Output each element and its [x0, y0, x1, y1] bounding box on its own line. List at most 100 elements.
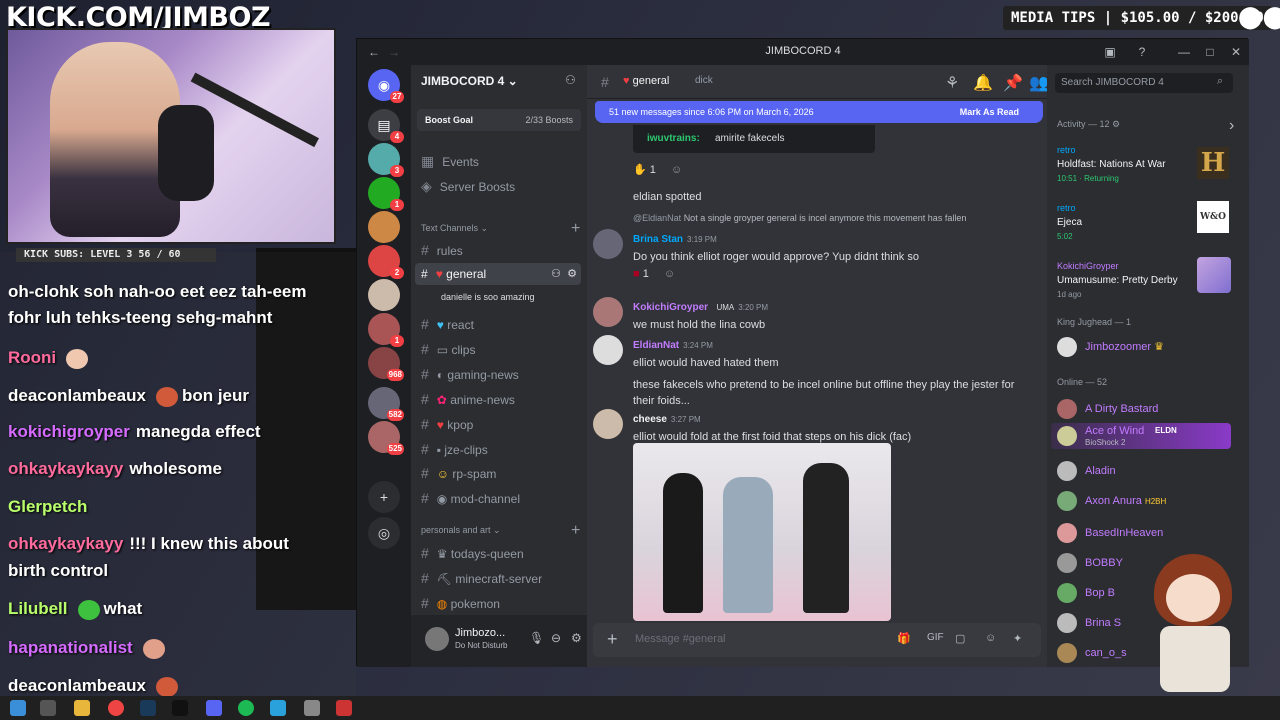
start-icon[interactable] [10, 700, 26, 716]
avatar[interactable] [593, 297, 623, 327]
avatar[interactable] [593, 409, 623, 439]
server-name[interactable]: JIMBOCORD 4 ⌄ [421, 74, 518, 88]
member-item[interactable]: Jimbozoomer ♛ [1057, 337, 1164, 357]
chat-line: hapanationalist [8, 638, 169, 659]
member-item[interactable]: can_o_s [1057, 643, 1127, 663]
discord-icon[interactable] [206, 700, 222, 716]
media-icon: ⬤⬤ [1238, 4, 1280, 29]
help-icon[interactable]: ? [1133, 43, 1151, 61]
telegram-icon[interactable] [270, 700, 286, 716]
avatar[interactable] [593, 229, 623, 259]
server-icon[interactable]: 1 [368, 177, 404, 211]
sticker-icon[interactable]: ▢ [955, 632, 965, 645]
minimize-icon[interactable]: — [1175, 43, 1193, 61]
server-icon[interactable] [368, 279, 400, 311]
channel-general-selected[interactable]: # ♥ general ⚇ ⚙ [415, 263, 581, 285]
chrome-icon[interactable] [108, 700, 124, 716]
channel-react[interactable]: # ♥ react [421, 316, 474, 332]
spotify-icon[interactable] [238, 700, 254, 716]
maximize-icon[interactable]: □ [1201, 43, 1219, 61]
app-icon[interactable] [336, 700, 352, 716]
activity-card[interactable]: retro Ejeca 5:02 [1057, 203, 1082, 241]
member-item[interactable]: Bop B [1057, 583, 1115, 603]
server-icon[interactable]: 1 [368, 313, 404, 347]
member-item-highlight[interactable]: Ace of Wind ELDN BioShock 2 [1051, 423, 1231, 449]
bell-icon[interactable]: 🔔 [973, 73, 993, 93]
reply-preview[interactable]: @EldianNat Not a single groyper general … [633, 213, 966, 223]
server-icon[interactable] [368, 211, 400, 243]
members-icon[interactable]: 👥 [1029, 73, 1049, 93]
channel-gaming-news[interactable]: # ◐ gaming-news [421, 366, 519, 382]
discover-icon[interactable]: ◎ [368, 517, 400, 549]
server-icon[interactable]: 525 [368, 421, 404, 455]
inbox-icon[interactable]: ▣ [1101, 43, 1119, 61]
category-personals[interactable]: personals and art ⌄ [421, 525, 501, 536]
server-boosts-item[interactable]: ◈ Server Boosts [421, 178, 515, 195]
server-icon[interactable]: ▤ 4 [368, 109, 404, 143]
add-member-icon[interactable]: ⚇ [565, 73, 576, 87]
server-icon[interactable]: 968 [368, 347, 404, 381]
member-item[interactable]: A Dirty Bastard [1057, 399, 1158, 419]
reaction[interactable]: ■ 1 ☺ [633, 268, 675, 280]
activity-heading: Activity — 12 ⚙ [1057, 119, 1121, 129]
chevron-right-icon[interactable]: › [1229, 117, 1234, 135]
channel-anime-news[interactable]: # ✿ anime-news [421, 391, 515, 407]
avatar[interactable] [593, 335, 623, 365]
game-icon [1197, 257, 1231, 293]
server-icon[interactable]: 582 [368, 387, 404, 421]
reaction[interactable]: ✋ 1 ☺ [633, 163, 682, 176]
task-view-icon[interactable] [40, 700, 56, 716]
mic-icon[interactable]: 🎙 [529, 631, 544, 645]
boost-icon: ◈ [421, 178, 432, 194]
activity-card[interactable]: KokichiGroyper Umamusume: Pretty Derby 1… [1057, 261, 1178, 299]
emoji-icon[interactable]: ☺ [985, 632, 996, 644]
threads-icon[interactable]: ⚘ [945, 73, 959, 93]
channel-rp-spam[interactable]: # ☺ rp-spam [421, 465, 496, 481]
role-heading: King Jughead — 1 [1057, 317, 1132, 327]
add-server-icon[interactable]: + [368, 481, 400, 513]
member-item[interactable]: Aladin [1057, 461, 1116, 481]
dm-home-icon[interactable]: ◉ 27 [368, 69, 404, 103]
close-icon[interactable]: ✕ [1227, 43, 1245, 61]
events-item[interactable]: ▦ Events [421, 153, 479, 170]
channel-minecraft[interactable]: # ⛏ minecraft-server [421, 570, 542, 586]
channel-kpop[interactable]: # ♥ kpop [421, 416, 473, 432]
headphones-icon[interactable]: ⊖ [551, 631, 561, 645]
channel-todays-queen[interactable]: # ♛ todays-queen [421, 545, 524, 561]
message-composer[interactable]: + Message #general 🎁 GIF ▢ ☺ ✦ [593, 623, 1041, 657]
member-item[interactable]: BOBBY [1057, 553, 1123, 573]
server-icon[interactable]: 2 [368, 245, 404, 279]
channel-pokemon[interactable]: # ◍ pokemon [421, 595, 500, 611]
file-explorer-icon[interactable] [74, 700, 90, 716]
microphone [158, 105, 214, 201]
search-input[interactable]: Search JIMBOCORD 4 [1055, 73, 1233, 93]
activity-card[interactable]: retro Holdfast: Nations At War 10:51 · R… [1057, 145, 1166, 183]
thread-item[interactable]: danielle is soo amazing [441, 292, 535, 302]
member-item[interactable]: BasedInHeaven [1057, 523, 1163, 543]
avatar[interactable] [425, 627, 449, 651]
terminal-icon[interactable] [172, 700, 188, 716]
channel-jze-clips[interactable]: # ▪ jze-clips [421, 441, 488, 457]
pin-icon[interactable]: 📌 [1003, 73, 1023, 93]
calendar-icon: ▦ [421, 153, 435, 169]
boost-goal[interactable]: Boost Goal 2/33 Boosts [417, 109, 581, 131]
server-icon[interactable]: 3 [368, 143, 404, 177]
channel-rules[interactable]: # rules [421, 242, 463, 258]
new-messages-banner[interactable]: 51 new messages since 6:06 PM on March 6… [595, 101, 1043, 123]
add-channel-icon[interactable]: + [571, 220, 580, 238]
apps-icon[interactable]: ✦ [1013, 632, 1022, 645]
app-icon[interactable] [304, 700, 320, 716]
member-item[interactable]: Brina S [1057, 613, 1121, 633]
settings-icon[interactable]: ⚙ [571, 631, 582, 645]
add-channel-icon[interactable]: + [571, 522, 580, 540]
add-attachment-icon[interactable]: + [607, 629, 618, 650]
gif-icon[interactable]: GIF [927, 632, 944, 643]
gift-icon[interactable]: 🎁 [897, 632, 911, 645]
channel-clips[interactable]: # ▭ clips [421, 341, 475, 357]
attached-image[interactable] [633, 443, 891, 621]
media-tips: MEDIA TIPS | $105.00 / $200.00 [1003, 6, 1272, 30]
steam-icon[interactable] [140, 700, 156, 716]
channel-mod[interactable]: # ◉ mod-channel [421, 490, 520, 506]
member-item[interactable]: Axon Anura H2BH [1057, 491, 1166, 511]
category-text-channels[interactable]: Text Channels ⌄ [421, 223, 488, 234]
